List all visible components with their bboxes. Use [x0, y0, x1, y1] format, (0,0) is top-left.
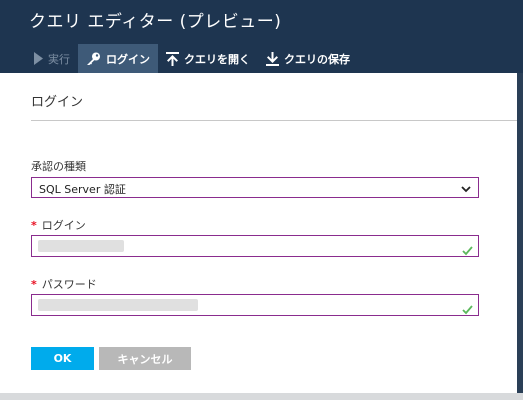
upload-icon: [166, 51, 179, 66]
save-query-button-label: クエリの保存: [284, 52, 350, 66]
auth-type-label: 承認の種類: [31, 160, 86, 173]
login-panel: [6, 73, 517, 393]
toolbar: 実行 ログイン クエリを開く クエリの保存: [26, 44, 358, 73]
ok-button[interactable]: OK: [31, 347, 94, 370]
check-icon: [462, 241, 473, 260]
window-title: クエリ エディター (プレビュー): [29, 12, 282, 32]
login-input[interactable]: [31, 235, 479, 257]
panel-title: ログイン: [31, 95, 84, 110]
login-label-text: ログイン: [41, 219, 86, 232]
save-query-button[interactable]: クエリの保存: [258, 44, 358, 73]
auth-type-value: SQL Server 認証: [39, 183, 126, 196]
play-icon: [34, 52, 43, 65]
password-label: * パスワード: [31, 276, 97, 292]
right-rail: [517, 73, 523, 400]
bottom-bar: [0, 393, 523, 400]
divider: [31, 120, 517, 121]
password-label-text: パスワード: [41, 278, 97, 291]
login-label: * ログイン: [31, 217, 86, 233]
run-button-label: 実行: [48, 52, 70, 66]
password-input[interactable]: [31, 294, 479, 316]
key-icon: [86, 52, 101, 66]
redacted-value: [38, 299, 198, 311]
run-button[interactable]: 実行: [26, 44, 78, 73]
login-button-label: ログイン: [106, 52, 150, 66]
required-marker: *: [31, 219, 37, 232]
cancel-button[interactable]: キャンセル: [99, 347, 191, 370]
open-query-button[interactable]: クエリを開く: [158, 44, 258, 73]
check-icon: [462, 300, 473, 319]
login-button[interactable]: ログイン: [78, 44, 158, 73]
download-icon: [266, 51, 279, 66]
chevron-down-icon: [461, 183, 471, 196]
required-marker: *: [31, 278, 37, 291]
auth-type-select[interactable]: SQL Server 認証: [31, 177, 479, 198]
redacted-value: [38, 240, 124, 252]
open-query-button-label: クエリを開く: [184, 52, 250, 66]
